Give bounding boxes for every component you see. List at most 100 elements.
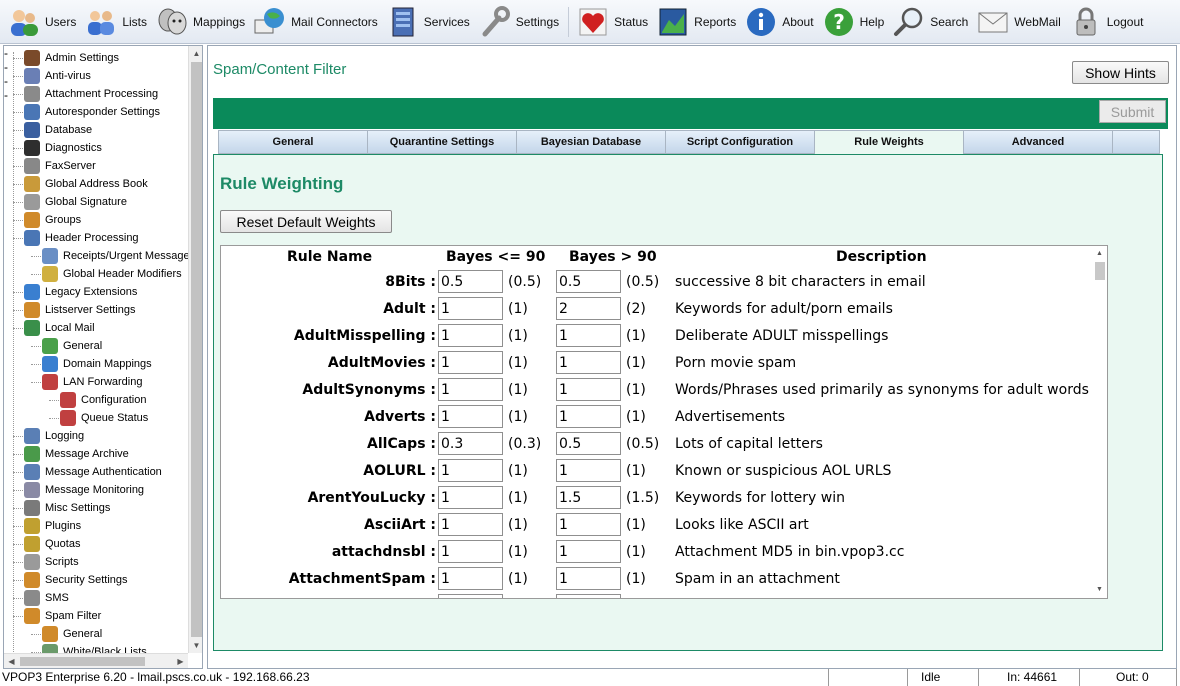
toolbar-logout-button[interactable]: Logout <box>1070 2 1143 42</box>
tab-advanced[interactable]: Advanced <box>963 130 1112 154</box>
sidebar-item-quotas[interactable]: Quotas <box>24 535 80 553</box>
sidebar-item-domain-mappings[interactable]: Domain Mappings <box>42 355 152 373</box>
bayes-low-weight-input[interactable] <box>438 378 503 401</box>
rule-table-scroll-thumb[interactable] <box>1095 262 1105 280</box>
toolbar-users-button[interactable]: Users <box>8 2 76 42</box>
toolbar-help-button[interactable]: ? Help <box>823 2 884 42</box>
bayes-high-weight-input[interactable] <box>556 378 621 401</box>
toolbar-reports-button[interactable]: Reports <box>657 2 736 42</box>
bayes-high-weight-input[interactable] <box>556 513 621 536</box>
show-hints-button[interactable]: Show Hints <box>1072 61 1169 84</box>
sidebar-item-faxserver[interactable]: FaxServer <box>24 157 96 175</box>
toolbar-services-button[interactable]: Services <box>387 2 470 42</box>
bayes-high-weight-input[interactable] <box>556 270 621 293</box>
bayes-low-weight-input[interactable] <box>438 297 503 320</box>
toolbar-webmail-button[interactable]: WebMail <box>977 2 1061 42</box>
toolbar-mappings-button[interactable]: Mappings <box>156 2 245 42</box>
sidebar-item-logging[interactable]: Logging <box>24 427 84 445</box>
sidebar-item-global-signature[interactable]: Global Signature <box>24 193 127 211</box>
sidebar-item-security-settings[interactable]: Security Settings <box>24 571 128 589</box>
bayes-high-weight-input[interactable] <box>556 594 621 598</box>
sidebar-item-admin-settings[interactable]: Admin Settings <box>24 49 119 67</box>
tab-script-configuration[interactable]: Script Configuration <box>665 130 814 154</box>
bayes-low-weight-input[interactable] <box>438 540 503 563</box>
sidebar-item-general[interactable]: General <box>42 337 102 355</box>
sidebar-item-configuration[interactable]: Configuration <box>60 391 146 409</box>
sidebar-item-general[interactable]: General <box>42 625 102 643</box>
bayes-high-weight-input[interactable] <box>556 459 621 482</box>
sidebar-item-white-black-lists[interactable]: White/Black Lists <box>42 643 147 653</box>
sidebar-item-global-header-modifiers[interactable]: Global Header Modifiers <box>42 265 182 283</box>
scroll-up-arrow-icon[interactable]: ▲ <box>1092 248 1107 260</box>
bayes-low-weight-input[interactable] <box>438 459 503 482</box>
sidebar-item-global-address-book[interactable]: Global Address Book <box>24 175 148 193</box>
sidebar-item-diagnostics[interactable]: Diagnostics <box>24 139 102 157</box>
bayes-high-weight-input[interactable] <box>556 567 621 590</box>
bayes-high-weight-input[interactable] <box>556 486 621 509</box>
toolbar-lists-button[interactable]: Lists <box>85 2 147 42</box>
bayes-high-weight-input[interactable] <box>556 432 621 455</box>
sidebar-item-scripts[interactable]: Scripts <box>24 553 79 571</box>
sidebar-item-autoresponder-settings[interactable]: Autoresponder Settings <box>24 103 160 121</box>
sidebar-item-misc-settings[interactable]: Misc Settings <box>24 499 110 517</box>
sidebar-horizontal-scrollbar[interactable]: ◀ ▶ <box>4 653 188 668</box>
sidebar-item-label: Anti-virus <box>45 70 91 82</box>
bayes-low-weight-input[interactable] <box>438 270 503 293</box>
toolbar-settings-button[interactable]: Settings <box>479 2 559 42</box>
rule-row: Adverts : (1) (1) Advertisements <box>221 404 1091 431</box>
sidebar-item-attachment-processing[interactable]: Attachment Processing <box>24 85 158 103</box>
sidebar-item-queue-status[interactable]: Queue Status <box>60 409 148 427</box>
sidebar-item-database[interactable]: Database <box>24 121 92 139</box>
scroll-left-arrow-icon[interactable]: ◀ <box>4 654 19 668</box>
bayes-low-weight-input[interactable] <box>438 351 503 374</box>
sidebar-horizontal-scroll-thumb[interactable] <box>20 657 145 666</box>
bayes-low-weight-input[interactable] <box>438 324 503 347</box>
tab-general[interactable]: General <box>218 130 367 154</box>
reset-default-weights-button[interactable]: Reset Default Weights <box>220 210 392 233</box>
sidebar-item-header-processing[interactable]: Header Processing <box>24 229 139 247</box>
bayes-high-weight-input[interactable] <box>556 540 621 563</box>
bayes-low-weight-input[interactable] <box>438 405 503 428</box>
misc-settings-icon <box>24 500 40 516</box>
sidebar-item-spam-filter[interactable]: Spam Filter <box>24 607 101 625</box>
bayes-low-weight-input[interactable] <box>438 513 503 536</box>
toolbar-search-button[interactable]: Search <box>893 2 968 42</box>
bayes-high-weight-input[interactable] <box>556 324 621 347</box>
sidebar-item-groups[interactable]: Groups <box>24 211 81 229</box>
sidebar-item-message-monitoring[interactable]: Message Monitoring <box>24 481 144 499</box>
tab-bayesian-database[interactable]: Bayesian Database <box>516 130 665 154</box>
scroll-down-arrow-icon[interactable]: ▼ <box>1092 584 1107 596</box>
toolbar-mail-connectors-button[interactable]: Mail Connectors <box>254 2 378 42</box>
bayes-high-weight-input[interactable] <box>556 297 621 320</box>
scroll-down-arrow-icon[interactable]: ▼ <box>189 638 202 653</box>
sidebar-vertical-scroll-thumb[interactable] <box>191 62 202 637</box>
sidebar-item-legacy-extensions[interactable]: Legacy Extensions <box>24 283 137 301</box>
tab-quarantine-settings[interactable]: Quarantine Settings <box>367 130 516 154</box>
submit-button[interactable]: Submit <box>1099 100 1166 123</box>
sidebar-item-receipts-urgent-messages[interactable]: Receipts/Urgent Messages <box>42 247 188 265</box>
bayes-low-weight-input[interactable] <box>438 486 503 509</box>
sidebar-item-label: Message Authentication <box>45 466 162 478</box>
sidebar-item-lan-forwarding[interactable]: LAN Forwarding <box>42 373 142 391</box>
toolbar-about-button[interactable]: About <box>745 2 814 42</box>
sidebar-item-anti-virus[interactable]: Anti-virus <box>24 67 91 85</box>
sidebar-item-local-mail[interactable]: Local Mail <box>24 319 95 337</box>
sidebar-vertical-scrollbar[interactable]: ▲ ▼ <box>188 46 202 653</box>
sidebar-item-listserver-settings[interactable]: Listserver Settings <box>24 301 135 319</box>
toolbar-status-button[interactable]: Status <box>577 2 648 42</box>
sidebar-item-sms[interactable]: SMS <box>24 589 69 607</box>
bayes-high-weight-input[interactable] <box>556 351 621 374</box>
tree-connector <box>13 220 23 221</box>
bayes-low-weight-input[interactable] <box>438 567 503 590</box>
scroll-up-arrow-icon[interactable]: ▲ <box>189 46 202 61</box>
bayes-high-weight-input[interactable] <box>556 405 621 428</box>
bayes-low-weight-input[interactable] <box>438 432 503 455</box>
scroll-right-arrow-icon[interactable]: ▶ <box>173 654 188 668</box>
sidebar-item-plugins[interactable]: Plugins <box>24 517 81 535</box>
sidebar-item-message-authentication[interactable]: Message Authentication <box>24 463 162 481</box>
sidebar-item-message-archive[interactable]: Message Archive <box>24 445 129 463</box>
bayes-low-weight-input[interactable] <box>438 594 503 598</box>
tab-rule-weights[interactable]: Rule Weights <box>814 130 963 156</box>
global-address-book-icon <box>24 176 40 192</box>
rule-table-scrollbar[interactable]: ▲ ▼ <box>1092 246 1107 598</box>
